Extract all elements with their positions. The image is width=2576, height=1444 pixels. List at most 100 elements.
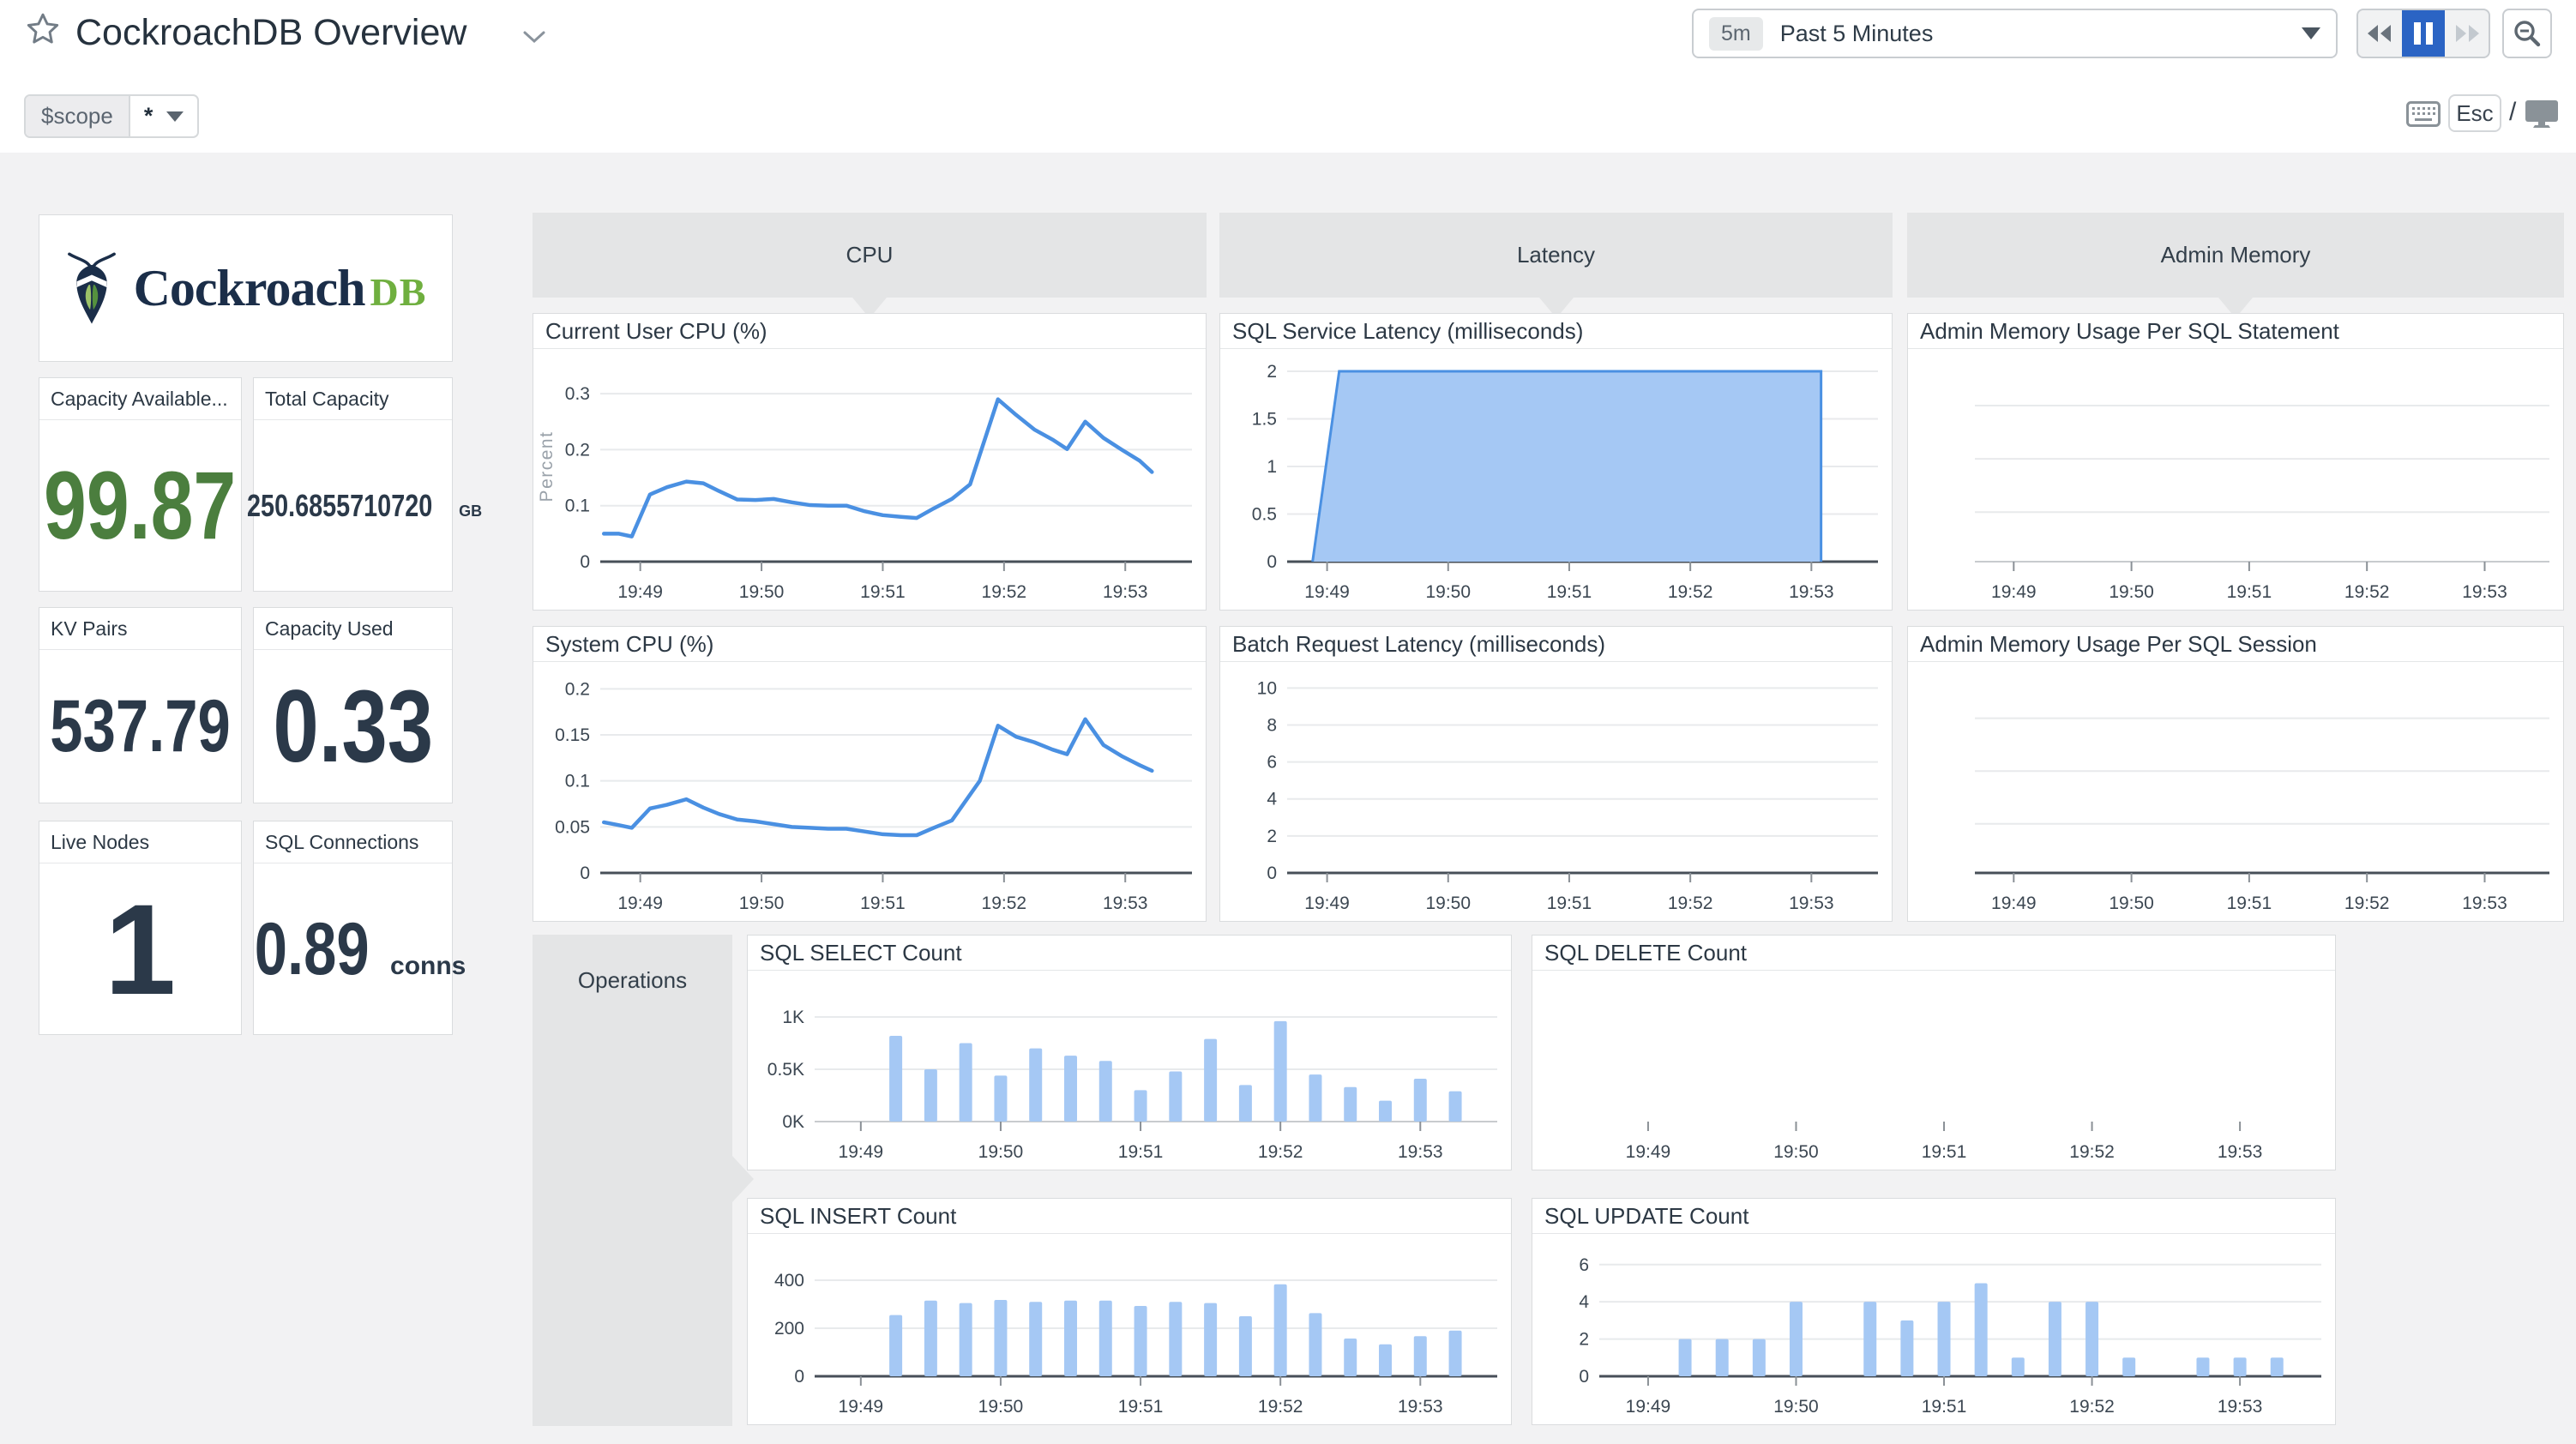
svg-text:6: 6 bbox=[1579, 1255, 1589, 1275]
rewind-button[interactable] bbox=[2358, 10, 2402, 57]
chart-title: Admin Memory Usage Per SQL Statement bbox=[1908, 314, 2563, 349]
cockroachdb-logo-icon bbox=[67, 252, 116, 324]
svg-text:19:50: 19:50 bbox=[739, 893, 785, 913]
scope-template-variable[interactable]: $scope * bbox=[24, 94, 200, 138]
fullscreen-monitor-icon[interactable] bbox=[2525, 99, 2559, 133]
chart-panel-sql-delete-count: SQL DELETE Count 19:49 19:50 19:51 19:52 19:… bbox=[1532, 935, 2336, 1170]
pause-button[interactable] bbox=[2401, 10, 2446, 57]
cockroachdb-logo-card: Cockroach DB bbox=[39, 214, 453, 362]
chart-panel-sql-insert-count: SQL INSERT Count 0 200 400 19:49 19:50 19:51 1… bbox=[747, 1198, 1512, 1425]
svg-text:19:52: 19:52 bbox=[1668, 893, 1713, 913]
svg-text:19:53: 19:53 bbox=[1103, 582, 1148, 602]
group-header-operations: Operations bbox=[533, 935, 754, 1426]
chart-admin-memory-statement[interactable]: 19:49 19:50 19:51 19:52 19:53 bbox=[1908, 349, 2563, 610]
svg-text:0.5K: 0.5K bbox=[767, 1060, 804, 1080]
chart-panel-admin-memory-session: Admin Memory Usage Per SQL Session 19:49… bbox=[1907, 626, 2564, 922]
svg-text:2: 2 bbox=[1267, 362, 1277, 382]
svg-text:1: 1 bbox=[1267, 457, 1277, 477]
svg-text:0: 0 bbox=[1579, 1367, 1589, 1387]
svg-text:19:50: 19:50 bbox=[2109, 893, 2154, 913]
chart-sql-select-count[interactable]: 0K 0.5K 1K 19:49 19:50 19:51 19:52 19:53 bbox=[748, 971, 1511, 1170]
svg-text:19:51: 19:51 bbox=[1547, 582, 1592, 602]
group-label: Operations bbox=[577, 967, 688, 993]
chart-sql-update-count[interactable]: 0 2 4 6 19:49 19:50 19:51 19:52 19:53 bbox=[1532, 1234, 2335, 1424]
stat-title: Live Nodes bbox=[39, 821, 241, 863]
svg-text:19:52: 19:52 bbox=[2069, 1142, 2115, 1162]
stat-card-kv-pairs: KV Pairs 537.79 bbox=[39, 607, 242, 803]
group-label: Admin Memory bbox=[2160, 242, 2311, 268]
svg-text:19:49: 19:49 bbox=[1991, 582, 2037, 602]
stat-title: Capacity Available... bbox=[39, 378, 241, 420]
chart-sql-insert-count[interactable]: 0 200 400 19:49 19:50 19:51 19:52 19:53 bbox=[748, 1234, 1511, 1424]
chart-panel-sql-select-count: SQL SELECT Count 0K 0.5K 1K 19:49 19:50 19:51… bbox=[747, 935, 1512, 1170]
logo-wordmark: Cockroach bbox=[133, 259, 366, 316]
group-label: CPU bbox=[846, 242, 894, 268]
stat-value: 537.79 bbox=[50, 685, 231, 767]
stat-unit: GB bbox=[459, 502, 483, 520]
stat-title: KV Pairs bbox=[39, 608, 241, 650]
svg-text:0.1: 0.1 bbox=[565, 772, 590, 791]
group-header-latency: Latency bbox=[1219, 213, 1893, 318]
svg-text:19:50: 19:50 bbox=[978, 1397, 1024, 1417]
stat-value: 0.89 bbox=[254, 907, 370, 990]
svg-text:19:51: 19:51 bbox=[1547, 893, 1592, 913]
chart-system-cpu[interactable]: 0 0.05 0.1 0.15 0.2 19:49 19:50 19:51 19:52 19:53 bbox=[533, 662, 1206, 921]
svg-text:19:51: 19:51 bbox=[2227, 893, 2272, 913]
keyboard-shortcuts-icon[interactable] bbox=[2406, 101, 2441, 131]
dashboard-screen: CockroachDB Overview 5m Past 5 Minutes $… bbox=[0, 0, 2576, 1444]
chart-current-user-cpu[interactable]: 0 0.1 0.2 0.3 19:49 19:50 19:51 19:52 19:53 Perce… bbox=[533, 349, 1206, 610]
chart-title: SQL UPDATE Count bbox=[1532, 1199, 2335, 1234]
group-header-admin-memory: Admin Memory bbox=[1907, 213, 2564, 318]
slash-separator: / bbox=[2509, 98, 2517, 126]
svg-text:19:53: 19:53 bbox=[1789, 582, 1834, 602]
logo-suffix: DB bbox=[370, 269, 427, 314]
esc-button[interactable]: Esc bbox=[2448, 94, 2501, 132]
page-title: CockroachDB Overview bbox=[75, 12, 467, 53]
chart-panel-system-cpu: System CPU (%) 0 0.05 0.1 0.15 0.2 19:49 19:50… bbox=[533, 626, 1207, 922]
stat-unit: conns bbox=[390, 951, 466, 980]
svg-text:19:52: 19:52 bbox=[1258, 1397, 1303, 1417]
zoom-out-button[interactable] bbox=[2502, 9, 2552, 58]
svg-text:19:52: 19:52 bbox=[1668, 582, 1713, 602]
zoom-out-icon bbox=[2514, 21, 2541, 47]
svg-text:19:52: 19:52 bbox=[982, 893, 1027, 913]
stat-value: 1 bbox=[104, 876, 177, 1021]
svg-text:19:49: 19:49 bbox=[1991, 893, 2037, 913]
title-chevron-down-icon[interactable] bbox=[520, 27, 549, 51]
chart-admin-memory-session[interactable]: 19:49 19:50 19:51 19:52 19:53 bbox=[1908, 662, 2563, 921]
svg-text:19:49: 19:49 bbox=[1626, 1142, 1671, 1162]
svg-text:19:49: 19:49 bbox=[1304, 893, 1350, 913]
svg-text:19:52: 19:52 bbox=[2344, 582, 2390, 602]
chart-sql-delete-count[interactable]: 19:49 19:50 19:51 19:52 19:53 bbox=[1532, 971, 2335, 1170]
svg-text:19:49: 19:49 bbox=[839, 1142, 884, 1162]
svg-text:19:50: 19:50 bbox=[739, 582, 785, 602]
stat-card-capacity-available: Capacity Available... 99.87 bbox=[39, 377, 242, 592]
svg-text:19:49: 19:49 bbox=[1304, 582, 1350, 602]
svg-text:2: 2 bbox=[1579, 1330, 1589, 1350]
svg-text:19:53: 19:53 bbox=[1398, 1397, 1443, 1417]
chart-title: System CPU (%) bbox=[533, 627, 1206, 662]
scope-variable-value: * bbox=[143, 103, 153, 129]
svg-text:19:52: 19:52 bbox=[2069, 1397, 2115, 1417]
stat-value: 99.87 bbox=[44, 451, 237, 559]
svg-text:0: 0 bbox=[1267, 863, 1277, 883]
svg-text:0K: 0K bbox=[782, 1112, 804, 1132]
svg-text:19:49: 19:49 bbox=[1626, 1397, 1671, 1417]
svg-text:1.5: 1.5 bbox=[1252, 410, 1277, 430]
svg-text:4: 4 bbox=[1579, 1292, 1589, 1312]
svg-text:19:53: 19:53 bbox=[1398, 1142, 1443, 1162]
svg-text:19:53: 19:53 bbox=[1789, 893, 1834, 913]
svg-text:19:49: 19:49 bbox=[617, 893, 663, 913]
svg-text:19:51: 19:51 bbox=[1922, 1397, 1967, 1417]
svg-text:19:53: 19:53 bbox=[2462, 582, 2507, 602]
fast-forward-button[interactable] bbox=[2445, 10, 2489, 57]
svg-text:19:50: 19:50 bbox=[1773, 1397, 1819, 1417]
svg-text:19:50: 19:50 bbox=[1773, 1142, 1819, 1162]
chart-sql-service-latency[interactable]: 0 0.5 1 1.5 2 19:49 19:50 19:51 19:52 19:53 bbox=[1220, 349, 1892, 610]
svg-text:0.2: 0.2 bbox=[565, 679, 590, 699]
time-range-select[interactable]: 5m Past 5 Minutes bbox=[1692, 9, 2338, 58]
favorite-star-icon[interactable] bbox=[24, 10, 62, 52]
svg-text:6: 6 bbox=[1267, 753, 1277, 773]
chart-batch-request-latency[interactable]: 0 2 4 6 8 10 19:49 19:50 19:51 19:52 19:53 bbox=[1220, 662, 1892, 921]
stat-card-sql-connections: SQL Connections 0.89 conns bbox=[253, 821, 466, 1035]
